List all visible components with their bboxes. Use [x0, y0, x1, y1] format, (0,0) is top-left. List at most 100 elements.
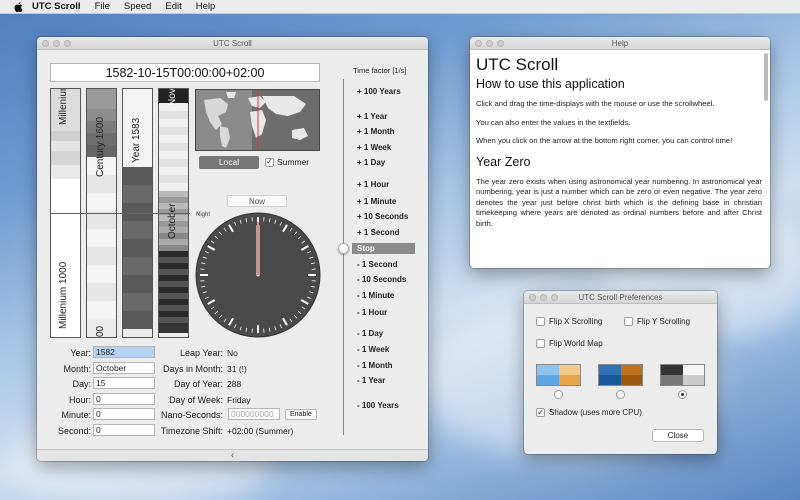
flip-y-checkbox[interactable]: Flip Y Scrolling: [624, 317, 690, 326]
nano-seconds-label: Nano-Seconds:: [160, 410, 223, 420]
time-factor-knob[interactable]: [338, 243, 349, 254]
now-button[interactable]: Now: [227, 195, 287, 207]
window-title: UTC Scroll: [213, 38, 252, 48]
menu-edit[interactable]: Edit: [165, 1, 181, 12]
time-factor-stop[interactable]: Stop: [352, 243, 415, 254]
menu-bar: UTC Scroll File Speed Edit Help: [0, 0, 800, 14]
time-factor-item[interactable]: - 1 Hour: [357, 308, 387, 317]
theme-radio-1[interactable]: [554, 390, 563, 399]
theme-swatch-dark-blue[interactable]: [598, 364, 643, 386]
year-field-label: Year:: [70, 348, 91, 358]
help-titlebar[interactable]: Help: [470, 37, 770, 50]
minute-input[interactable]: 0: [93, 408, 155, 420]
time-factor-item[interactable]: - 1 Month: [357, 361, 393, 370]
world-map[interactable]: [195, 89, 320, 151]
collapse-arrow-icon[interactable]: ‹: [231, 450, 234, 461]
close-window-button[interactable]: [475, 40, 482, 47]
hour-field-label: Hour:: [68, 395, 91, 405]
zoom-window-button[interactable]: [551, 294, 558, 301]
close-window-button[interactable]: [529, 294, 536, 301]
help-window: Help UTC Scroll How to use this applicat…: [470, 37, 770, 268]
time-factor-item[interactable]: - 1 Minute: [357, 291, 394, 300]
time-factor-item[interactable]: + 1 Year: [357, 112, 387, 121]
day-input[interactable]: 15: [93, 377, 155, 389]
apple-icon[interactable]: [12, 1, 24, 13]
summer-label: Summer: [277, 157, 310, 167]
leap-year-value: No: [227, 348, 238, 358]
time-factor-item[interactable]: + 1 Hour: [357, 180, 389, 189]
zoom-window-button[interactable]: [497, 40, 504, 47]
help-content: UTC Scroll How to use this application C…: [470, 50, 770, 229]
time-factor-item[interactable]: - 100 Years: [357, 401, 399, 410]
time-factor-item[interactable]: + 1 Second: [357, 228, 399, 237]
minimize-window-button[interactable]: [53, 40, 60, 47]
timezone-shift-value: +02:00 (Summer): [227, 426, 294, 436]
menu-file[interactable]: File: [95, 1, 110, 12]
zoom-window-button[interactable]: [64, 40, 71, 47]
checkbox-checked-icon[interactable]: ✓: [536, 408, 545, 417]
time-factor-item[interactable]: + 100 Years: [357, 87, 401, 96]
time-factor-item[interactable]: - 1 Week: [357, 345, 389, 354]
prefs-titlebar[interactable]: UTC Scroll Preferences: [524, 291, 717, 304]
century-label: Century 1600: [95, 116, 106, 177]
time-factor-item[interactable]: + 10 Seconds: [357, 212, 408, 221]
second-field-label: Second:: [57, 426, 91, 436]
summer-check-icon[interactable]: ✓: [265, 157, 274, 167]
help-scrollbar[interactable]: [764, 53, 768, 101]
close-window-button[interactable]: [42, 40, 49, 47]
help-heading: UTC Scroll: [476, 55, 559, 74]
flip-world-map-checkbox[interactable]: Flip World Map: [536, 339, 603, 348]
time-factor-item[interactable]: + 1 Week: [357, 143, 391, 152]
flip-x-checkbox[interactable]: Flip X Scrolling: [536, 317, 602, 326]
time-factor-track[interactable]: [343, 79, 344, 435]
flip-world-map-label: Flip World Map: [549, 339, 603, 348]
window-controls: [475, 40, 504, 47]
day-field-label: Day:: [72, 379, 91, 389]
theme-radio-2[interactable]: [616, 390, 625, 399]
current-time-line: [50, 213, 190, 214]
time-factor-item[interactable]: - 10 Seconds: [357, 275, 406, 284]
shadow-label: Shadow (uses more CPU): [549, 408, 642, 417]
help-subheading-year-zero: Year Zero: [476, 154, 531, 169]
checkbox-icon[interactable]: [624, 317, 633, 326]
window-controls: [529, 294, 558, 301]
menu-speed[interactable]: Speed: [124, 1, 151, 12]
local-button[interactable]: Local: [199, 156, 259, 169]
time-factor-item[interactable]: - 1 Day: [357, 329, 383, 338]
minimize-window-button[interactable]: [540, 294, 547, 301]
time-factor-item[interactable]: + 1 Month: [357, 127, 395, 136]
nano-seconds-input[interactable]: 000000000: [228, 408, 280, 420]
summer-checkbox[interactable]: ✓ Summer: [265, 157, 309, 167]
checkbox-icon[interactable]: [536, 317, 545, 326]
time-factor-item[interactable]: + 1 Day: [357, 158, 385, 167]
second-input[interactable]: 0: [93, 424, 155, 436]
help-paragraph: You can also enter the values in the tex…: [476, 117, 631, 127]
year-label: Year 1583: [131, 117, 142, 163]
theme-swatch-gray[interactable]: [660, 364, 705, 386]
minimize-window-button[interactable]: [486, 40, 493, 47]
time-factor-item[interactable]: + 1 Minute: [357, 197, 396, 206]
checkbox-icon[interactable]: [536, 339, 545, 348]
analog-clock[interactable]: [195, 212, 321, 338]
day-of-week-label: Day of Week:: [169, 395, 223, 405]
shadow-checkbox[interactable]: ✓ Shadow (uses more CPU): [536, 408, 642, 417]
flip-y-label: Flip Y Scrolling: [637, 317, 691, 326]
hour-input[interactable]: 0: [93, 393, 155, 405]
enable-button[interactable]: Enable: [285, 409, 317, 420]
year-input[interactable]: 1582: [93, 346, 155, 358]
datetime-field[interactable]: 1582-10-15T00:00:00+02:00: [50, 63, 320, 82]
bottom-bar: ‹: [37, 449, 428, 461]
menu-app-name[interactable]: UTC Scroll: [32, 1, 81, 12]
time-factor-item[interactable]: - 1 Second: [357, 260, 397, 269]
theme-radio-3[interactable]: [678, 390, 687, 399]
time-factor-item[interactable]: - 1 Year: [357, 376, 385, 385]
minute-field-label: Minute:: [61, 410, 91, 420]
help-paragraph: Click and drag the time-displays with th…: [476, 99, 715, 108]
day-of-week-value: Friday: [227, 395, 251, 405]
theme-swatch-light-blue[interactable]: [536, 364, 581, 386]
menu-help[interactable]: Help: [196, 1, 216, 12]
month-input[interactable]: October: [93, 362, 155, 374]
main-window: UTC Scroll 1582-10-15T00:00:00+02:00 Mil…: [37, 37, 428, 461]
main-titlebar[interactable]: UTC Scroll: [37, 37, 428, 50]
close-button[interactable]: Close: [652, 429, 704, 442]
